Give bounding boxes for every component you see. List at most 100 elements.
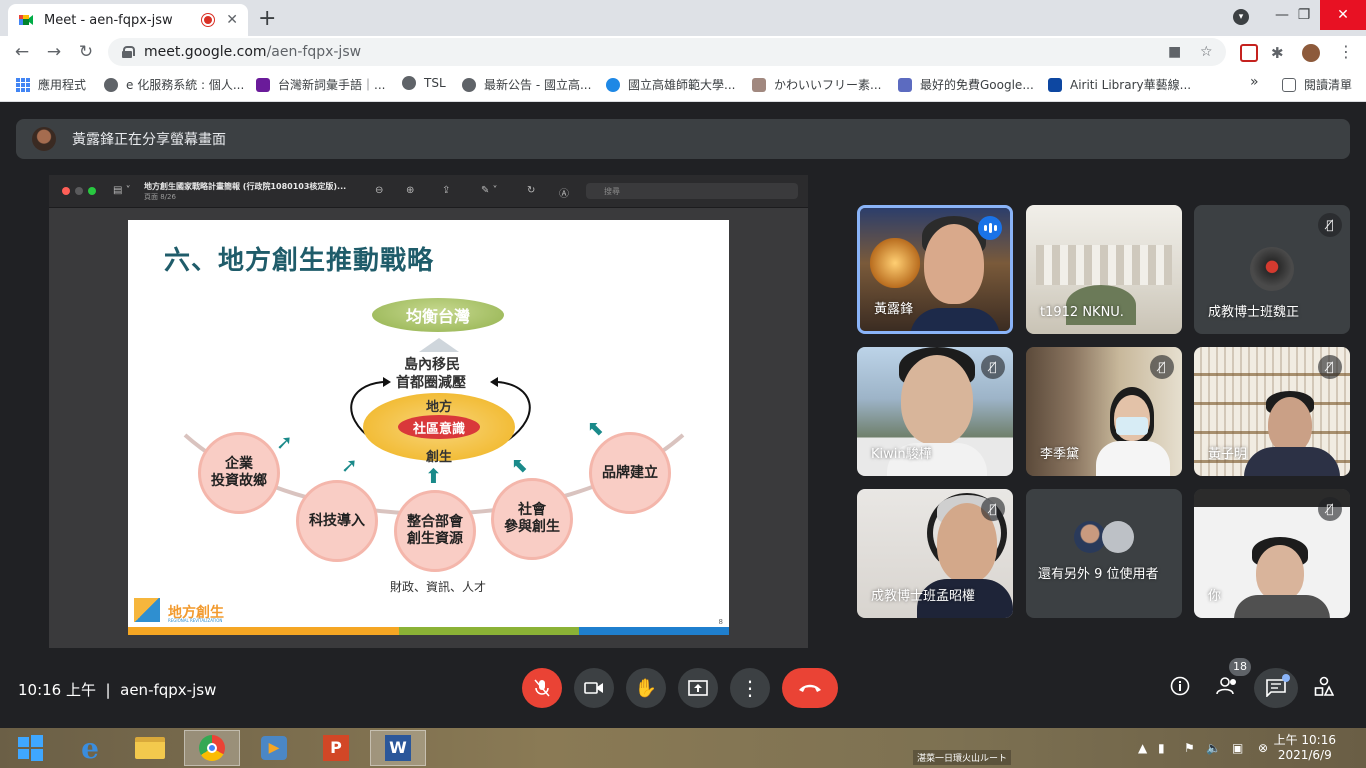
bookmark-google-slides[interactable]: 最好的免費Google... [898, 76, 1034, 93]
participants-button[interactable] [1216, 676, 1240, 701]
participant-tile-others[interactable]: 還有另外 9 位使用者 [1026, 489, 1182, 618]
participant-name: 黃露鋒 [874, 302, 914, 317]
mic-off-icon [534, 679, 550, 697]
url-text: meet.google.com/aen-fqpx-jsw [144, 44, 362, 60]
meeting-info-button[interactable] [1170, 676, 1190, 701]
back-button[interactable]: ← [12, 42, 32, 62]
taskbar-media-player[interactable]: ▶ [246, 730, 302, 766]
profile-avatar[interactable] [1302, 44, 1320, 62]
chat-unread-dot [1282, 674, 1290, 682]
participant-face [901, 355, 973, 445]
nknu-icon [606, 77, 620, 92]
participant-name: t1912 NKNU. [1040, 305, 1124, 320]
reading-list-icon [1282, 77, 1296, 92]
presenting-text: 黃露鋒正在分享螢幕畫面 [72, 132, 226, 148]
page-indicator: 頁面 8/26 [144, 193, 176, 201]
balance-ellipse: 均衡台灣 [372, 298, 504, 332]
reading-list-button[interactable]: 閱讀清單 [1282, 76, 1352, 93]
taskbar-word[interactable]: W [370, 730, 426, 766]
maximize-button[interactable]: ❐ [1286, 0, 1322, 30]
activities-button[interactable] [1314, 676, 1335, 701]
chat-button[interactable] [1254, 668, 1298, 708]
tray-show-hidden-icon[interactable]: ▲ [1138, 741, 1147, 755]
extension-pocket-icon[interactable] [1240, 44, 1258, 62]
taskbar-chrome[interactable] [184, 730, 240, 766]
stripe-orange [128, 627, 399, 635]
participant-tile-meng[interactable]: 🎙̸ 成教博士班孟昭權 [857, 489, 1013, 618]
reload-button[interactable]: ↻ [76, 42, 96, 62]
participant-face [1256, 545, 1304, 601]
camera-permission-icon[interactable]: ■ [1168, 44, 1181, 60]
desktop-overlay-text: 湛菜一日環火山ルート [913, 750, 1012, 765]
mic-off-icon: 🎙̸ [981, 497, 1005, 521]
chat-icon [1266, 679, 1286, 697]
bookmarks-bar: 應用程式 e 化服務系統 : 個人... 台灣新詞彙手語｜... TSL 最新公… [0, 68, 1366, 102]
participant-tile-wei[interactable]: 🎙̸ 成教博士班魏正 [1194, 205, 1350, 334]
bookmark-sign-language[interactable]: 台灣新詞彙手語｜... [256, 76, 385, 93]
leave-call-button[interactable] [782, 668, 838, 708]
camera-toggle-button[interactable] [574, 668, 614, 708]
others-avatar-2 [1102, 521, 1134, 553]
browser-tab-meet[interactable]: Meet - aen-fqpx-jsw ✕ [8, 4, 248, 36]
tray-network-icon[interactable]: ▣ [1232, 741, 1243, 755]
close-tab-icon[interactable]: ✕ [226, 12, 238, 28]
window-close-button[interactable]: ✕ [1320, 0, 1366, 30]
present-screen-button[interactable] [678, 668, 718, 708]
raise-hand-button[interactable]: ✋ [626, 668, 666, 708]
markup-pen-icon: ✎ ˅ [481, 185, 498, 196]
presenter-avatar [32, 127, 56, 151]
zoom-in-icon: ⊕ [406, 185, 415, 196]
new-tab-button[interactable]: + [258, 6, 276, 31]
forward-button[interactable]: → [44, 42, 64, 62]
bookmark-announcements[interactable]: 最新公告 - 國立高... [462, 76, 591, 93]
participant-tile-li[interactable]: 🎙̸ 李季黛 [1026, 347, 1182, 476]
participant-tile-t1912[interactable]: t1912 NKNU. [1026, 205, 1182, 334]
address-bar[interactable]: meet.google.com/aen-fqpx-jsw ■ ☆ [108, 38, 1226, 66]
preview-search-field: 搜尋 [586, 183, 798, 199]
bookmarks-overflow-button[interactable]: » [1250, 74, 1259, 90]
taskbar-clock[interactable]: 上午 10:16 2021/6/9 [1274, 733, 1336, 763]
tab-search-button[interactable]: ▾ [1233, 9, 1249, 25]
participant-name: 李季黛 [1040, 447, 1080, 462]
more-vert-icon: ⋮ [740, 676, 760, 700]
windows-taskbar: e ▶ P W 湛菜一日環火山ルート ▲ ▮ ⚑ 🔈 ▣ ⊗ 上午 10:16 … [0, 728, 1366, 768]
bookmark-airiti[interactable]: Airiti Library華藝線... [1048, 76, 1191, 93]
taskbar-powerpoint[interactable]: P [308, 730, 364, 766]
circle-integrate-resources: 整合部會 創生資源 [394, 490, 476, 572]
participant-count-badge: 18 [1229, 658, 1251, 676]
bookmark-tsl[interactable]: TSL [402, 76, 446, 90]
circle-tech-adoption: 科技導入 [296, 480, 378, 562]
tray-flag-icon[interactable]: ⚑ [1184, 741, 1195, 755]
participant-name: 成教博士班孟昭權 [871, 589, 976, 604]
tray-volume-icon[interactable]: 🔈 [1206, 741, 1221, 755]
globe-icon [402, 76, 416, 90]
bookmark-star-icon[interactable]: ☆ [1200, 44, 1213, 60]
tray-notification-icon[interactable]: ⊗ [1258, 741, 1268, 755]
taskbar-file-explorer[interactable] [122, 730, 178, 766]
lock-icon [122, 46, 135, 58]
teal-arrow-icon: ⬉ [512, 453, 529, 477]
sidebar-toggle-icon: ▤ ˅ [113, 185, 131, 196]
taskbar-internet-explorer[interactable]: e [62, 730, 118, 766]
tray-power-icon[interactable]: ▮ [1158, 741, 1165, 755]
more-options-button[interactable]: ⋮ [730, 668, 770, 708]
participant-tile-kiwin[interactable]: 🎙̸ Kiwin駿樺 [857, 347, 1013, 476]
teal-arrow-icon: ⬉ [588, 416, 605, 440]
extensions-puzzle-icon[interactable]: ✱ [1271, 44, 1289, 62]
participant-face [1268, 397, 1312, 453]
participant-name: 成教博士班魏正 [1208, 305, 1300, 320]
bookmark-nknu[interactable]: 國立高雄師範大學... [606, 76, 735, 93]
bookmark-ehr[interactable]: e 化服務系統 : 個人... [104, 76, 244, 93]
participant-tile-self[interactable]: 🎙̸ 你 [1194, 489, 1350, 618]
apps-grid-icon [16, 77, 30, 92]
microphone-toggle-button[interactable] [522, 668, 562, 708]
participant-tile-huang[interactable]: 黃露鋒 [857, 205, 1013, 334]
meet-container: 黃露鋒正在分享螢幕畫面 ▤ ˅ 地方創生國家戰略計畫簡報 (行政院1080103… [0, 103, 1366, 728]
start-button[interactable] [2, 730, 58, 766]
bookmark-irasutoya[interactable]: かわいいフリー素... [752, 76, 881, 93]
bookmark-apps[interactable]: 應用程式 [16, 76, 86, 93]
chrome-menu-icon[interactable]: ⋮ [1336, 42, 1356, 62]
circle-social-participation: 社會 參與創生 [491, 478, 573, 560]
recording-indicator-icon [202, 14, 215, 26]
participant-tile-huang-ziming[interactable]: 🎙̸ 黃子明 [1194, 347, 1350, 476]
